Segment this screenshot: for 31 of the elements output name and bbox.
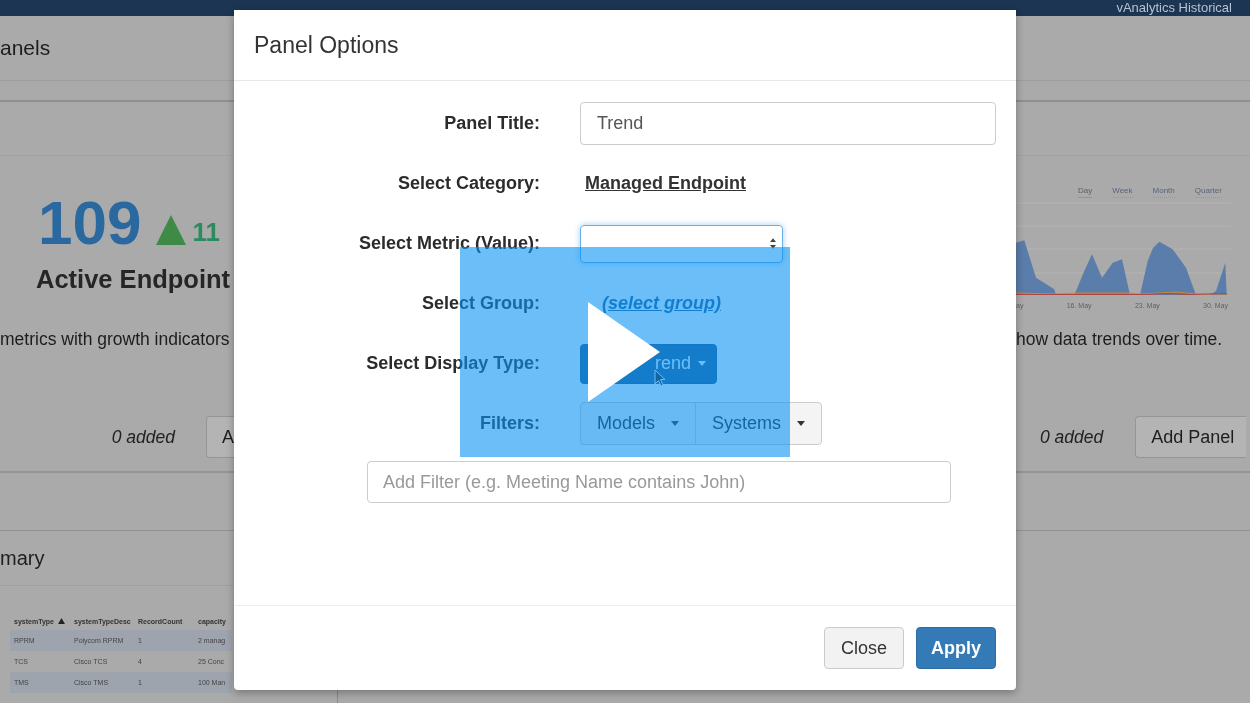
category-link[interactable]: Managed Endpoint bbox=[585, 173, 746, 194]
field-label: Panel Title: bbox=[443, 113, 540, 134]
filter-field[interactable]: Add Filter (e.g. Meeting Name contains John) bbox=[367, 461, 951, 503]
dialog-button[interactable]: Apply bbox=[916, 627, 996, 669]
metric-label: Active Endpoint bbox=[35, 264, 232, 294]
cursor-icon bbox=[654, 369, 666, 387]
add-panel-button[interactable]: A bbox=[206, 416, 234, 458]
added-count: 0 added bbox=[1040, 426, 1104, 448]
card-description: metrics with growth indicators bbox=[0, 328, 231, 350]
field-label: Filters: bbox=[479, 413, 540, 434]
panel-heading: mary bbox=[0, 546, 45, 570]
select-field[interactable] bbox=[580, 224, 783, 263]
field-label: Select Category: bbox=[396, 173, 540, 194]
filter-dropdown-button[interactable]: Systems bbox=[695, 402, 823, 445]
add-panel-button[interactable]: Add Panel bbox=[1135, 416, 1247, 458]
added-count: 0 added bbox=[111, 426, 175, 448]
range-tab[interactable]: Day bbox=[1078, 186, 1093, 198]
dialog-button[interactable]: Close bbox=[824, 627, 904, 669]
app-title: vAnalytics Historical bbox=[1116, 0, 1232, 16]
caret-icon bbox=[671, 421, 680, 426]
metric-change: 11 bbox=[192, 218, 220, 246]
caret-icon bbox=[797, 421, 806, 426]
up-down-arrows-icon bbox=[770, 238, 776, 249]
text-field[interactable]: Trend bbox=[580, 102, 996, 145]
metric-value: 109 bbox=[38, 192, 142, 254]
page-heading: anels bbox=[0, 36, 51, 60]
caret-icon bbox=[698, 361, 706, 366]
up-triangle-icon bbox=[156, 215, 187, 245]
card-description: how data trends over time. bbox=[1016, 328, 1224, 350]
dialog-title: Panel Options bbox=[254, 31, 399, 59]
filter-dropdown-button[interactable]: Models bbox=[580, 402, 697, 445]
